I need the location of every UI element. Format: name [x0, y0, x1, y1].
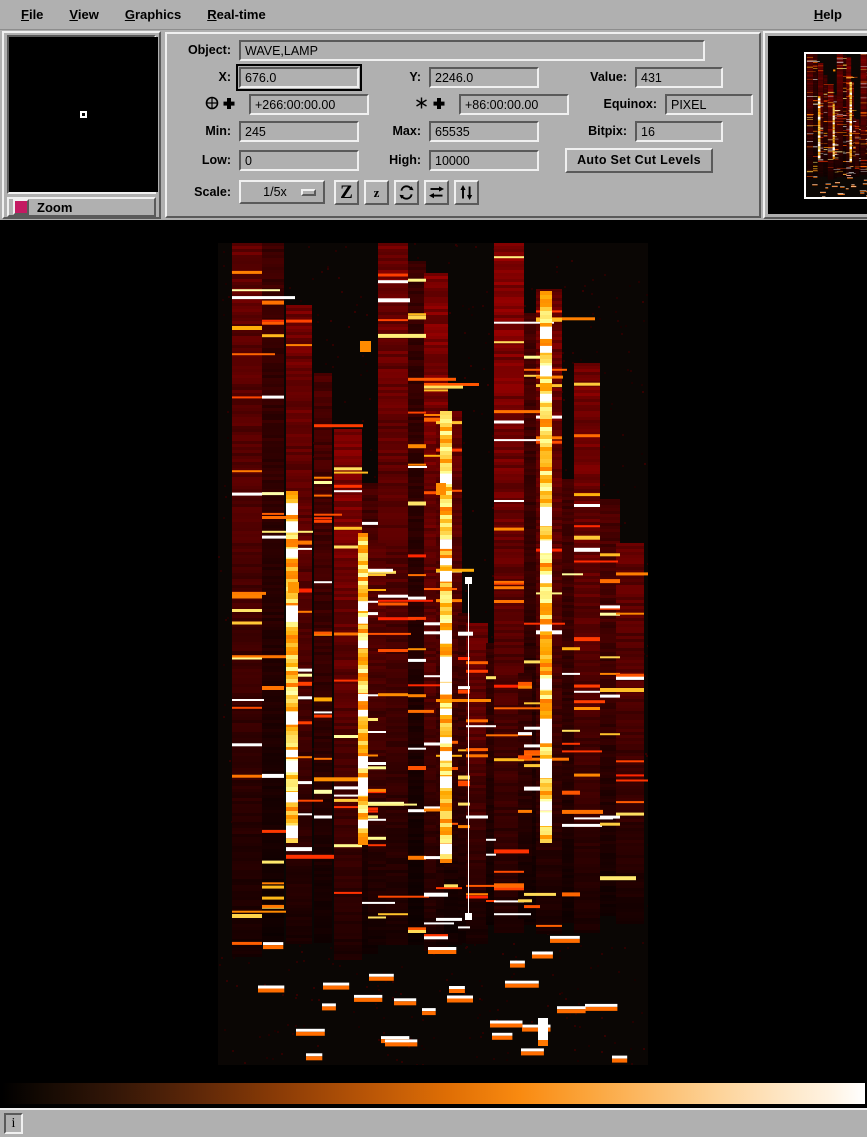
colorbar[interactable] — [2, 1083, 865, 1104]
minmax-row: Min: 245 Max: 65535 Bitpix: 16 — [173, 120, 753, 142]
high-field[interactable]: 10000 — [429, 149, 539, 171]
fits-image[interactable] — [218, 243, 648, 1065]
panner-panel — [763, 31, 867, 219]
max-field[interactable]: 65535 — [429, 120, 539, 142]
object-label: Object: — [187, 43, 231, 57]
zoom-checkbox[interactable] — [13, 199, 29, 215]
flip-vertical-button[interactable] — [454, 179, 479, 205]
scale-option-value: 1/5x — [263, 185, 287, 199]
top-panel-row: Zoom Object: WAVE,LAMP X: 676.0 Y: 2246.… — [0, 30, 867, 220]
low-label: Low: — [201, 153, 231, 167]
scale-label: Scale: — [194, 185, 231, 199]
zoom-in-button[interactable]: Z — [334, 179, 359, 205]
menu-view-rest: iew — [77, 7, 99, 22]
auto-set-cut-levels-button[interactable]: Auto Set Cut Levels — [565, 147, 713, 173]
zoom-canvas[interactable] — [9, 37, 158, 192]
menu-file[interactable]: File — [12, 4, 52, 25]
graphics-marker-line[interactable] — [468, 581, 469, 916]
zoom-panel: Zoom — [2, 31, 161, 219]
zoom-canvas-frame — [7, 35, 158, 194]
x-field[interactable]: 676.0 — [236, 63, 362, 91]
menu-graphics-rest: raphics — [134, 7, 182, 22]
equinox-field[interactable]: PIXEL — [665, 93, 753, 115]
flip-vertical-icon — [460, 184, 473, 200]
image-canvas-area[interactable] — [0, 220, 867, 1083]
low-field[interactable]: 0 — [239, 149, 359, 171]
coordinates-row: X: 676.0 Y: 2246.0 Value: 431 — [173, 63, 753, 91]
zoom-cursor-marker — [79, 110, 87, 118]
ra-icon-svg — [205, 96, 235, 109]
bitpix-field[interactable]: 16 — [635, 120, 723, 142]
zoom-toggle-row[interactable]: Zoom — [7, 197, 156, 217]
menu-view[interactable]: View — [60, 4, 107, 25]
wcs-row: +266:00:00.00 +86:00:00.00 Equinox: PIXE… — [173, 93, 753, 115]
scale-option-menu[interactable]: 1/5x — [239, 180, 325, 204]
menu-file-rest: ile — [28, 7, 44, 22]
spectral-image-svg — [218, 243, 648, 1065]
panner-canvas[interactable] — [768, 36, 867, 214]
dec-field[interactable]: +86:00:00.00 — [459, 93, 569, 115]
zoom-in-icon: Z — [340, 181, 353, 203]
menu-realtime[interactable]: Real-time — [198, 4, 275, 25]
cutlevels-row: Low: 0 High: 10000 Auto Set Cut Levels — [173, 147, 753, 173]
high-label: High: — [389, 153, 421, 167]
object-row: Object: WAVE,LAMP — [173, 39, 753, 61]
dec-icon-svg — [416, 97, 445, 109]
info-icon[interactable]: i — [4, 1113, 23, 1134]
max-label: Max: — [392, 124, 421, 138]
colorbar-area — [2, 1083, 865, 1108]
menu-help-rest: elp — [823, 7, 842, 22]
x-label: X: — [218, 70, 232, 84]
dec-compass-icon — [383, 96, 449, 113]
option-menu-indicator-icon — [301, 189, 316, 196]
value-field[interactable]: 431 — [635, 66, 723, 88]
min-field[interactable]: 245 — [239, 120, 359, 142]
ra-compass-icon — [173, 96, 239, 113]
equinox-label: Equinox: — [603, 97, 657, 111]
rotate-icon — [399, 184, 414, 200]
status-bar: i — [0, 1108, 867, 1137]
bitpix-label: Bitpix: — [588, 124, 627, 138]
menu-graphics[interactable]: Graphics — [116, 4, 190, 25]
application-window: File View Graphics Real-time Help Zoom O… — [0, 0, 867, 1137]
info-panel: Object: WAVE,LAMP X: 676.0 Y: 2246.0 Val… — [165, 32, 761, 218]
value-label: Value: — [590, 70, 627, 84]
graphics-marker-handle-bottom[interactable] — [465, 913, 472, 920]
flip-horizontal-button[interactable] — [424, 179, 449, 205]
zoom-out-button[interactable]: z — [364, 179, 389, 205]
zoom-checkbox-label: Zoom — [37, 199, 73, 215]
ra-field[interactable]: +266:00:00.00 — [249, 93, 369, 115]
graphics-marker-handle-top[interactable] — [465, 577, 472, 584]
y-label: Y: — [409, 70, 421, 84]
rotate-button[interactable] — [394, 179, 419, 205]
zoom-out-icon: z — [373, 184, 380, 200]
menu-help[interactable]: Help — [805, 4, 851, 25]
panner-viewport-rect[interactable] — [804, 52, 867, 199]
y-field[interactable]: 2246.0 — [429, 66, 539, 88]
menu-realtime-rest: eal-time — [216, 7, 266, 22]
min-label: Min: — [205, 124, 231, 138]
scale-row: Scale: 1/5x Z z — [173, 178, 753, 206]
object-field[interactable]: WAVE,LAMP — [239, 39, 705, 61]
menu-bar: File View Graphics Real-time Help — [0, 0, 867, 30]
flip-horizontal-icon — [429, 185, 444, 198]
